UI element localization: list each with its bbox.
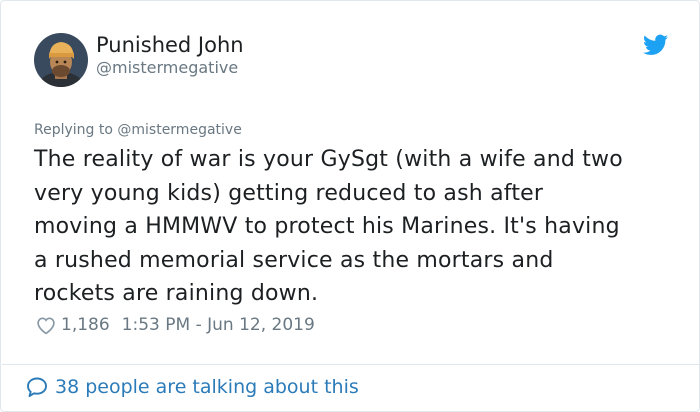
tweet-text-line: moving a HMMWV to protect his Marines. I… [34,214,620,239]
tweet-timestamp[interactable]: 1:53 PM - Jun 12, 2019 [122,315,315,335]
embedded-tweet-card: Punished John @mistermegative Replying t… [0,0,700,412]
tweet-text: The reality of war is your GySgt (with a… [34,143,684,311]
tweet-meta: 1,186 1:53 PM - Jun 12, 2019 [35,313,315,337]
avatar-image [34,33,88,87]
tweet-text-line: The reality of war is your GySgt (with a… [34,147,623,172]
replying-to-label[interactable]: Replying to @mistermegative [34,120,242,140]
heart-icon[interactable] [35,314,57,336]
conversation-label[interactable]: 38 people are talking about this [55,376,359,398]
twitter-bird-icon[interactable] [643,34,668,56]
tweet-text-line: very young kids) getting reduced to ash … [34,180,544,206]
conversation-link[interactable]: 38 people are talking about this [25,374,359,400]
author-handle[interactable]: @mistermegative [96,58,238,78]
tweet-text-line: rockets are raining down. [34,281,319,306]
author-display-name[interactable]: Punished John [96,32,244,58]
tweet-text-line: a rushed memorial service as the mortars… [34,247,554,273]
avatar[interactable] [34,33,88,87]
speech-bubble-icon [27,377,47,397]
divider [2,364,700,365]
like-count[interactable]: 1,186 [61,315,110,335]
